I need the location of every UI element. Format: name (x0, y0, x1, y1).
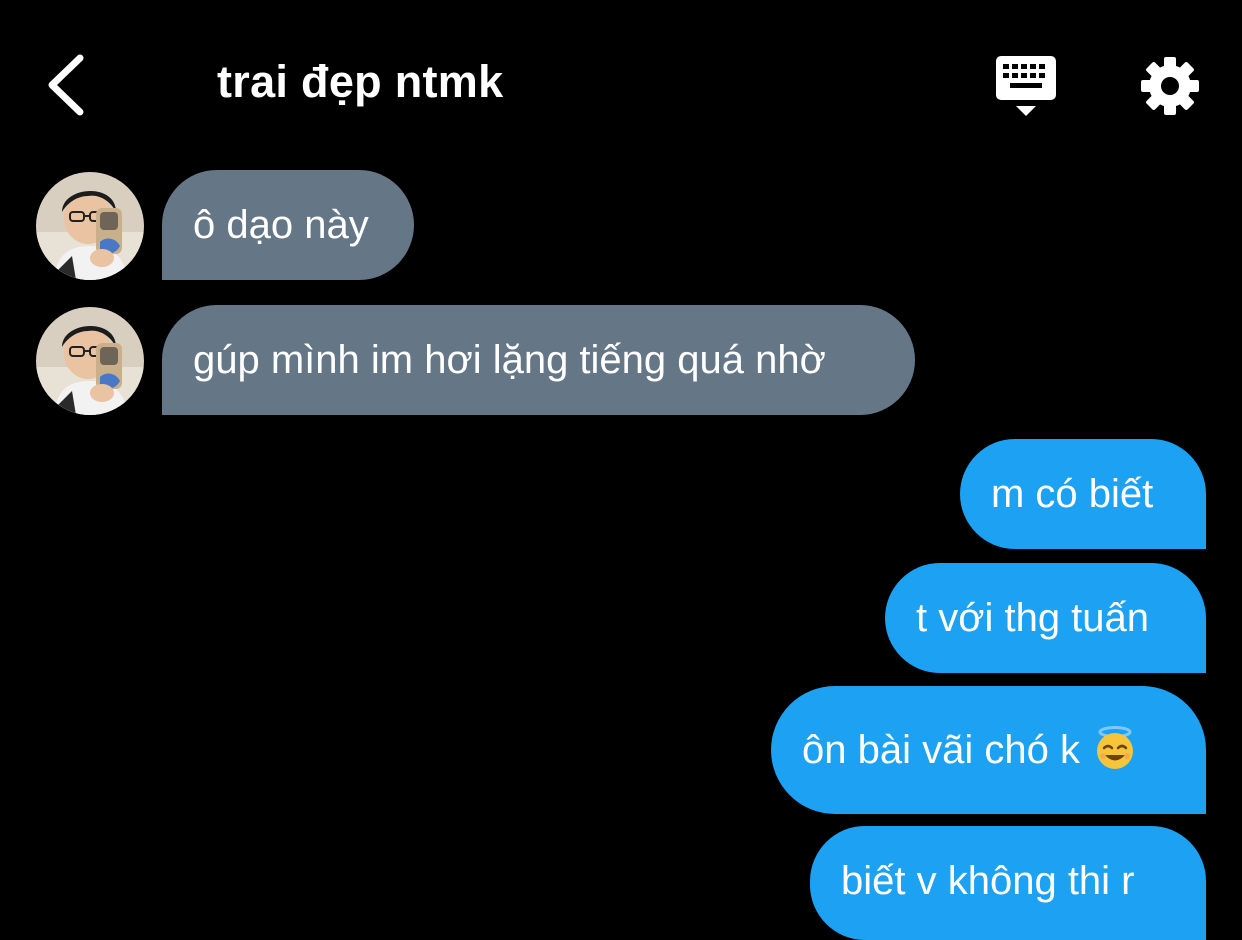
chevron-left-icon (48, 54, 84, 116)
incoming-message-bubble[interactable]: gúp mình im hơi lặng tiếng quá nhờ (162, 305, 915, 415)
avatar[interactable] (36, 307, 144, 415)
conversation-title: trai đẹp ntmk (217, 56, 504, 107)
outgoing-message-bubble[interactable]: t với thg tuấn (885, 563, 1206, 673)
conversation-header: trai đẹp ntmk (0, 0, 1242, 170)
smiling-face-with-halo-icon (1094, 726, 1136, 770)
settings-button[interactable] (1136, 52, 1204, 120)
outgoing-message-bubble[interactable]: ôn bài vãi chó k (771, 686, 1206, 814)
contact-avatar-image (36, 172, 144, 280)
keyboard-icon (996, 56, 1056, 116)
message-text: ôn bài vãi chó k (802, 728, 1080, 772)
gear-icon (1141, 57, 1199, 115)
avatar[interactable] (36, 172, 144, 280)
message-text: ô dạo này (193, 203, 369, 247)
keyboard-button[interactable] (992, 52, 1062, 122)
outgoing-message-bubble[interactable]: m có biết (960, 439, 1206, 549)
message-text: m có biết (991, 472, 1154, 516)
message-text: gúp mình im hơi lặng tiếng quá nhờ (193, 338, 826, 382)
outgoing-message-bubble[interactable]: biết v không thi r (810, 826, 1206, 940)
incoming-message-bubble[interactable]: ô dạo này (162, 170, 414, 280)
back-button[interactable] (36, 50, 100, 120)
contact-avatar-image (36, 307, 144, 415)
message-text: biết v không thi r (841, 859, 1135, 903)
message-text: t với thg tuấn (916, 596, 1150, 640)
